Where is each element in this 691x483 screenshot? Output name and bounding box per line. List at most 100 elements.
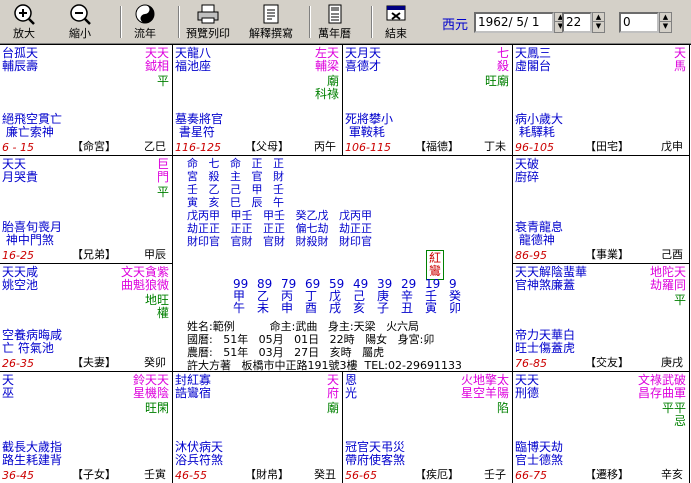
- stem-branch: 戊申: [661, 140, 683, 153]
- palace-name: 【命宮】: [72, 140, 116, 153]
- spirit-stars: 冠官天弔災 帶府使客煞: [345, 440, 406, 467]
- toolbar-separator: [120, 6, 122, 38]
- printer-icon: [196, 3, 220, 25]
- palace-name: 【兄弟】: [72, 248, 116, 261]
- chart-center: 命 七 命 正 正宮 殺 主 官 財壬 乙 己 甲 壬寅 亥 巳 辰 午戊丙甲 …: [173, 156, 513, 372]
- toolbar-separator: [309, 6, 311, 38]
- birth-info-line: 國曆: 51年 05月 01日 22時 陽女 身宮:卯: [187, 333, 435, 346]
- major-stars: 文祿武破 昌存曲軍: [637, 373, 686, 400]
- spirit-stars: 截長大歲指 路生耗建背: [2, 440, 63, 467]
- exit-button[interactable]: 結束: [384, 3, 408, 43]
- date-input[interactable]: 1962/ 5/ 1: [474, 12, 554, 33]
- minor-stars: 台孤天 輔辰壽: [2, 46, 39, 73]
- luck-branch: 戌: [329, 301, 342, 315]
- palace-name: 【父母】: [245, 140, 289, 153]
- major-stars: 天天 鉞相: [144, 46, 169, 73]
- star-brightness: 廟 科祿: [314, 74, 339, 101]
- stem-branch: 壬子: [484, 468, 506, 481]
- palace-name: 【疾厄】: [415, 468, 459, 481]
- exit-label: 結束: [385, 27, 407, 40]
- major-stars: 文天貪紫 曲魁狼微: [120, 265, 169, 292]
- luck-branch: 亥: [353, 301, 366, 315]
- bazi-row: 命 七 命 正 正: [187, 157, 284, 170]
- major-stars: 七 殺: [496, 46, 509, 73]
- luck-branch: 酉: [305, 301, 318, 315]
- decade-age: 106-115: [345, 141, 391, 154]
- zoom-out-label: 縮小: [69, 27, 91, 40]
- minor-stars: 天天解陰蜚華 官神煞廉蓋: [515, 265, 588, 292]
- birth-info-line: 許大方著 板橋市中正路191號3樓 TEL:02-29691133: [187, 359, 462, 372]
- stem-branch: 癸卯: [144, 356, 166, 369]
- bazi-row: 寅 亥 巳 辰 午: [187, 196, 284, 209]
- print-preview-button[interactable]: 預覽列印: [186, 3, 230, 43]
- spirit-stars: 空養病晦咸 亡 符氣池: [2, 328, 63, 355]
- major-stars: 鈴天天 星機陰: [132, 373, 169, 400]
- palace-cell-zinu[interactable]: 天 巫 鈴天天 星機陰 旺閑截長大歲指 路生耗建背 36-45 【子女】 壬寅: [0, 372, 173, 483]
- bazi-row: 宮 殺 主 官 財: [187, 170, 284, 183]
- major-stars: 天 府: [326, 373, 339, 400]
- palace-cell-jie[interactable]: 恩 光 火地擎太 星空羊陽陷冠官天弔災 帶府使客煞 56-65 【疾厄】 壬子: [343, 372, 513, 483]
- decade-age: 36-45: [2, 469, 34, 482]
- bazi-row: 壬 乙 己 甲 壬: [187, 183, 284, 196]
- palace-cell-shiye[interactable]: 天破 廚碎 衰青龍息 龍德神 86-95 【事業】 己酉: [513, 156, 690, 264]
- decade-age: 16-25: [2, 249, 34, 262]
- star-brightness: 旺閑: [144, 401, 169, 415]
- perpetual-calendar-button[interactable]: 萬年曆: [318, 3, 351, 43]
- stem-branch: 癸丑: [314, 468, 336, 481]
- ziwei-chart: 台孤天 輔辰壽 天天 鉞相平絕飛空貫亡 廉亡索神 6 - 15 【命宮】 乙巳 天龍八 福…: [0, 44, 691, 483]
- star-brightness: 廟: [326, 401, 339, 415]
- palace-cell-fude[interactable]: 天月天 喜德才 七 殺旺廟 死將攀小 軍鞍耗 106-115 【福德】 丁未: [343, 45, 513, 156]
- luck-branch: 午: [233, 301, 246, 315]
- palace-cell-fuqi[interactable]: 天天咸 姚空池 文天貪紫 曲魁狼微 地旺 權空養病晦咸 亡 符氣池 26-35 【夫妻】…: [0, 264, 173, 372]
- minute-spinner[interactable]: ▲ ▼: [659, 12, 672, 33]
- calendar-icon: [323, 3, 347, 25]
- explain-write-label: 解釋撰寫: [249, 27, 293, 40]
- major-stars: 巨 門: [156, 157, 169, 184]
- luck-branch: 申: [281, 301, 294, 315]
- edit-document-icon: [259, 3, 283, 25]
- minor-stars: 天龍八 福池座: [175, 46, 212, 73]
- zoom-out-button[interactable]: 縮小: [68, 3, 92, 43]
- decade-age: 66-75: [515, 469, 547, 482]
- stem-branch: 甲辰: [144, 248, 166, 261]
- stem-branch: 辛亥: [661, 468, 683, 481]
- minor-stars: 天鳳三 虛閣台: [515, 46, 552, 73]
- stem-branch: 丙午: [314, 140, 336, 153]
- hour-spinner[interactable]: ▲ ▼: [592, 12, 605, 33]
- palace-cell-qianyi[interactable]: 天天 刑德 文祿武破 昌存曲軍 平平 忌臨博天劫 官士德煞 66-75 【遷移】 辛亥: [513, 372, 690, 483]
- flow-year-button[interactable]: 流年: [133, 3, 157, 43]
- palace-cell-xiongdi[interactable]: 天天 月哭貴 巨 門平胎喜旬喪月 神中門煞 16-25 【兄弟】 甲辰: [0, 156, 173, 264]
- hour-input[interactable]: 22: [562, 12, 592, 33]
- birth-info-line: 農曆: 51年 03月 27日 亥時 屬虎: [187, 346, 385, 359]
- birth-info-line: 姓名:範例 命主:武曲 身主:天梁 火六局: [187, 320, 420, 333]
- stem-branch: 乙巳: [144, 140, 166, 153]
- zoom-in-icon: [12, 3, 36, 25]
- spirit-stars: 病小歲大 耗驛耗: [515, 112, 564, 139]
- decade-age: 86-95: [515, 249, 547, 262]
- minor-stars: 天 巫: [2, 373, 15, 400]
- zoom-out-icon: [68, 3, 92, 25]
- palace-cell-fumu[interactable]: 天龍八 福池座 左天 輔梁廟 科祿 墓奏將官 書星符 116-125 【父母】 丙午: [173, 45, 343, 156]
- explain-write-button[interactable]: 解釋撰寫: [249, 3, 293, 43]
- major-stars: 左天 輔梁: [314, 46, 339, 73]
- flow-year-label: 流年: [134, 27, 156, 40]
- toolbar-separator: [371, 6, 373, 38]
- minor-stars: 天破 廚碎: [515, 157, 540, 184]
- palace-name: 【子女】: [72, 468, 116, 481]
- minor-stars: 天天咸 姚空池: [2, 265, 39, 292]
- minute-input[interactable]: 0: [619, 12, 659, 33]
- minor-stars: 天天 月哭貴: [2, 157, 39, 184]
- palace-cell-jiaoyou[interactable]: 天天解陰蜚華 官神煞廉蓋 地陀天 劫羅同平帝力天華白 旺士傷蓋虎 76-85 【交友】…: [513, 264, 690, 372]
- major-stars: 火地擎太 星空羊陽: [460, 373, 509, 400]
- palace-cell-tianzhai[interactable]: 天鳳三 虛閣台 天 馬病小歲大 耗驛耗 96-105 【田宅】 戊申: [513, 45, 690, 156]
- decade-age: 116-125: [175, 141, 221, 154]
- stem-branch: 壬寅: [144, 468, 166, 481]
- palace-name: 【事業】: [585, 248, 629, 261]
- zoom-in-button[interactable]: 放大: [12, 3, 36, 43]
- spirit-stars: 衰青龍息 龍德神: [515, 220, 564, 247]
- palace-cell-caibo[interactable]: 封紅寡 誥鸞宿 天 府廟沐伏病天 浴兵符煞 46-55 【財帛】 癸丑: [173, 372, 343, 483]
- stem-branch: 庚戌: [661, 356, 683, 369]
- luck-branch: 未: [257, 301, 270, 315]
- palace-cell-ming[interactable]: 台孤天 輔辰壽 天天 鉞相平絕飛空貫亡 廉亡索神 6 - 15 【命宮】 乙巳: [0, 45, 173, 156]
- spirit-stars: 絕飛空貫亡 廉亡索神: [2, 112, 63, 139]
